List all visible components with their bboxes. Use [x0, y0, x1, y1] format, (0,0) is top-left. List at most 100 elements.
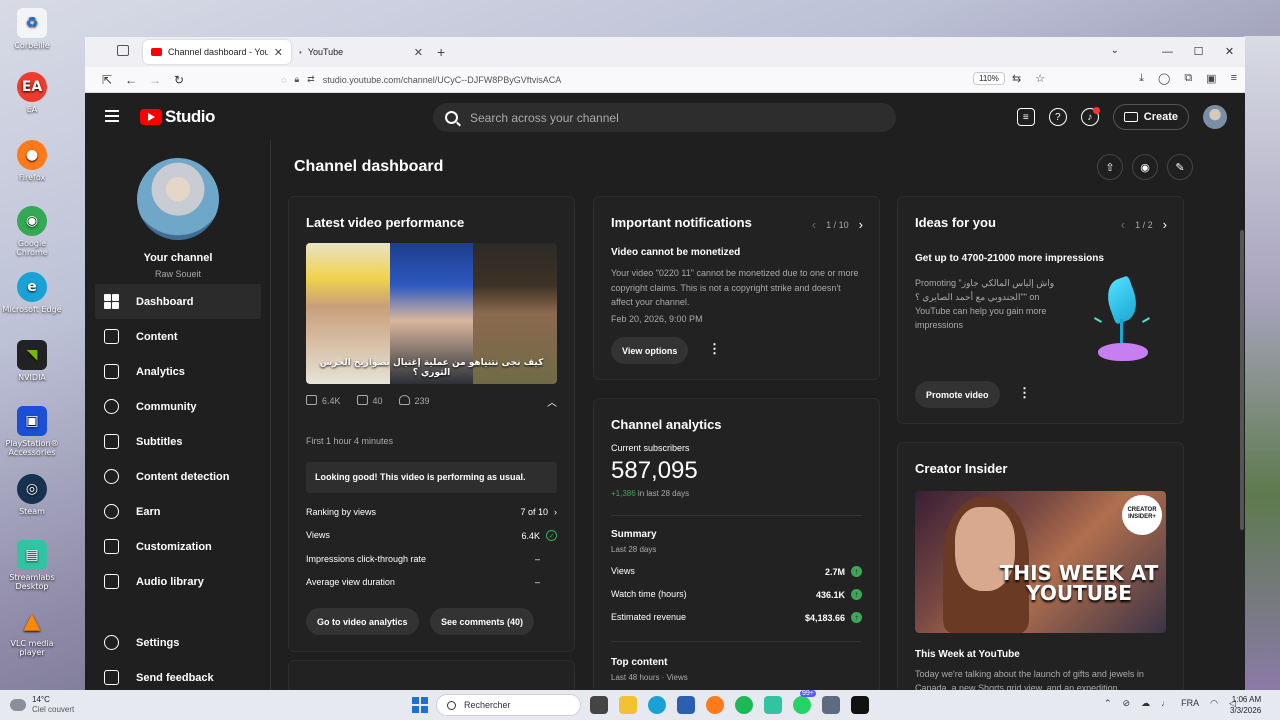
video-caption[interactable]: This Week at YouTube	[915, 649, 1020, 660]
spotify-icon[interactable]	[735, 696, 753, 714]
minimize-icon[interactable]: —	[1152, 37, 1183, 67]
sidebar-item-dashboard[interactable]: Dashboard	[95, 284, 261, 319]
url-text[interactable]: studio.youtube.com/channel/UCyC--DJFW8PB…	[323, 75, 562, 85]
weather-widget[interactable]: 14°C Ciel couvert	[10, 695, 74, 715]
metric-row-avd: Average view duration –	[306, 577, 557, 587]
snipping-tool-icon[interactable]	[822, 696, 840, 714]
upload-icon[interactable]: ⇧	[1097, 154, 1123, 180]
extensions-icon[interactable]: ⧉	[1184, 72, 1192, 85]
bookmark-star-icon[interactable]: ☆	[1035, 72, 1045, 85]
sidebar-item-audio-library[interactable]: Audio library	[95, 564, 261, 599]
metric-row-ranking[interactable]: Ranking by views 7 of 10 ›	[306, 507, 557, 517]
next-arrow-icon[interactable]: ›	[859, 217, 863, 232]
create-post-icon[interactable]: ✎	[1167, 154, 1193, 180]
more-options-icon[interactable]: ⋮	[1018, 385, 1031, 401]
file-explorer-icon[interactable]	[619, 696, 637, 714]
sidebar-item-community[interactable]: Community	[95, 389, 261, 424]
notification-badge: 99+	[800, 690, 816, 697]
store-icon[interactable]	[677, 696, 695, 714]
sidebar-item-send-feedback[interactable]: Send feedback	[95, 660, 261, 690]
new-tab-icon[interactable]: +	[437, 44, 445, 60]
creator-insider-thumbnail[interactable]: THIS WEEK AT YOUTUBE CREATOR INSIDER+	[915, 491, 1166, 633]
promote-video-button[interactable]: Promote video	[915, 381, 1000, 408]
share-icon[interactable]: ⇱	[95, 73, 119, 87]
edge-icon[interactable]	[648, 696, 666, 714]
tab-bar: Channel dashboard - YouTube S ✕ • YouTub…	[85, 37, 1245, 67]
desktop-icon-edge[interactable]: e Microsoft Edge	[2, 272, 62, 314]
extension-translate-icon[interactable]: ▣	[1206, 72, 1216, 85]
collapse-chevron-icon[interactable]: ︿	[547, 394, 557, 409]
desktop-icon-firefox[interactable]: ● Firefox	[2, 140, 62, 182]
menu-hamburger-icon[interactable]	[105, 110, 119, 125]
scrollbar[interactable]	[1240, 230, 1244, 530]
studio-logo[interactable]: Studio	[140, 107, 215, 127]
sidebar-item-customization[interactable]: Customization	[95, 529, 261, 564]
microphone-icon[interactable]: ♩	[1161, 698, 1170, 709]
language-indicator[interactable]: FRA	[1181, 698, 1199, 709]
notifications-bell-icon[interactable]: ♪	[1080, 107, 1100, 126]
zoom-level[interactable]: 110%	[973, 72, 1005, 85]
go-to-video-analytics-button[interactable]: Go to video analytics	[306, 608, 419, 635]
video-thumbnail[interactable]: كيف نجى نتنياهو من عملية إغتيال بصواريخ …	[306, 243, 557, 384]
firefox-icon[interactable]	[706, 696, 724, 714]
create-button[interactable]: Create	[1112, 104, 1189, 130]
desktop-icon-ea[interactable]: EA EA	[2, 72, 62, 114]
sidebar-item-settings[interactable]: Settings	[95, 625, 261, 660]
wifi-icon[interactable]: ◠	[1210, 698, 1218, 709]
downloads-icon[interactable]: ⤓	[1139, 72, 1144, 85]
close-window-icon[interactable]: ✕	[1214, 37, 1245, 67]
translate-icon[interactable]: ⇆	[1012, 72, 1021, 85]
desktop-icon-recycle-bin[interactable]: ♻ Corbeille	[2, 8, 62, 50]
prev-arrow-icon[interactable]: ‹	[812, 217, 816, 232]
tab-channel-dashboard[interactable]: Channel dashboard - YouTube S ✕	[143, 40, 291, 64]
forward-icon[interactable]: →	[143, 73, 167, 87]
list-tabs-chevron-icon[interactable]: ⌄	[1111, 45, 1119, 56]
tab-youtube[interactable]: • YouTube ✕	[291, 40, 431, 64]
next-arrow-icon[interactable]: ›	[1163, 217, 1167, 232]
close-tab-icon[interactable]: ✕	[414, 46, 423, 59]
prev-arrow-icon[interactable]: ‹	[1121, 217, 1125, 232]
card-title: Latest video performance	[306, 215, 465, 230]
account-avatar[interactable]	[1203, 105, 1227, 129]
menu-icon[interactable]: ≡	[1231, 72, 1237, 85]
sidebar-item-earn[interactable]: Earn	[95, 494, 261, 529]
desktop-icon-steam[interactable]: ◎ Steam	[2, 474, 62, 516]
reload-icon[interactable]: ↻	[167, 73, 191, 87]
sidebar-item-content[interactable]: Content	[95, 319, 261, 354]
see-comments-button[interactable]: See comments (40)	[430, 608, 535, 635]
channel-avatar[interactable]	[137, 158, 219, 240]
toolbar-icons: ⇆ ☆ ⤓ ◯ ⧉ ▣ ≡	[1012, 72, 1237, 85]
sidebar-item-subtitles[interactable]: Subtitles	[95, 424, 261, 459]
comments-feedback-icon[interactable]: ≡	[1016, 108, 1035, 126]
dashboard-main: Channel dashboard ⇧ ◉ ✎ Latest video per…	[271, 140, 1245, 690]
capcut-icon[interactable]	[851, 696, 869, 714]
help-icon[interactable]: ?	[1048, 108, 1067, 126]
more-options-icon[interactable]: ⋮	[708, 341, 721, 357]
task-view-icon[interactable]	[590, 696, 608, 714]
close-tab-icon[interactable]: ✕	[274, 46, 283, 59]
desktop-icon-vlc[interactable]: ▲ VLC media player	[2, 606, 62, 658]
desktop-icon-nvidia[interactable]: ◥ NVIDIA	[2, 340, 62, 382]
go-live-icon[interactable]: ◉	[1132, 154, 1158, 180]
view-options-button[interactable]: View options	[611, 337, 689, 364]
desktop-icon-chrome[interactable]: ◉ Google Chrome	[2, 206, 62, 257]
show-hidden-icons-chevron-icon[interactable]: ⌃	[1104, 698, 1112, 709]
sidebar-item-analytics[interactable]: Analytics	[95, 354, 261, 389]
taskbar-clock[interactable]: 1:06 AM 3/3/2026	[1230, 694, 1261, 716]
sidebar-item-content-detection[interactable]: Content detection	[95, 459, 261, 494]
windows-start-icon[interactable]	[412, 697, 428, 713]
streamlabs-icon[interactable]	[764, 696, 782, 714]
account-icon[interactable]: ◯	[1158, 72, 1170, 85]
desktop-icon-streamlabs[interactable]: ▤ Streamlabs Desktop	[2, 540, 62, 591]
taskbar-search[interactable]: Rechercher	[436, 694, 581, 716]
maximize-icon[interactable]: ☐	[1183, 37, 1214, 67]
cloud-sync-icon[interactable]: ☁	[1141, 698, 1150, 709]
back-icon[interactable]: ←	[119, 73, 143, 87]
sidebar-toggle-icon[interactable]	[117, 45, 129, 56]
youtube-studio: Studio Search across your channel ≡ ? ♪ …	[85, 94, 1245, 690]
network-off-icon[interactable]: ⊘	[1123, 698, 1131, 709]
desktop-icon-playstation[interactable]: ▣ PlayStation® Accessories	[2, 406, 62, 457]
whatsapp-icon[interactable]	[793, 696, 811, 714]
cloud-icon	[10, 699, 26, 711]
search-input[interactable]: Search across your channel	[433, 103, 896, 132]
